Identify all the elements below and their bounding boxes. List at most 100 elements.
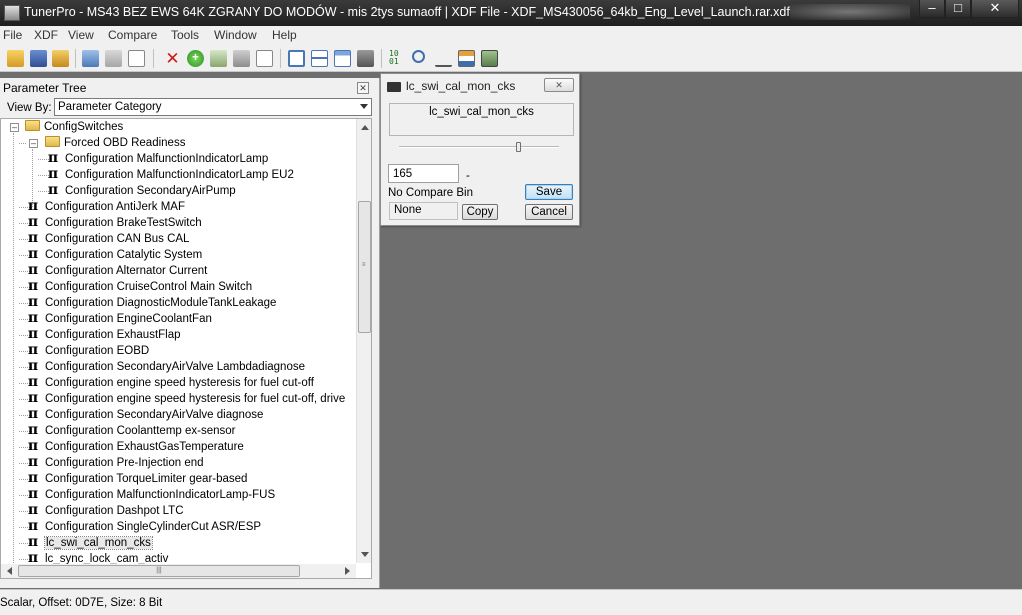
dialog-title: lc_swi_cal_mon_cks — [406, 79, 516, 93]
search-icon[interactable] — [412, 50, 425, 63]
tree-item[interactable]: π Configuration SecondaryAirPump — [46, 183, 236, 199]
scrollbar-thumb[interactable]: ≡ — [358, 201, 371, 333]
compare-icon[interactable] — [210, 50, 227, 67]
scalar-pi-icon: π — [47, 182, 59, 198]
tree-item[interactable]: π Configuration BrakeTestSwitch — [26, 215, 202, 231]
menu-compare[interactable]: Compare — [108, 28, 157, 42]
view-by-select[interactable]: Parameter Category — [54, 98, 372, 116]
hierarchy-icon[interactable] — [458, 50, 475, 67]
cancel-button[interactable]: Cancel — [525, 204, 573, 220]
chevron-down-icon[interactable] — [360, 104, 368, 109]
tree-item[interactable]: π Configuration ExhaustGasTemperature — [26, 439, 244, 455]
scroll-up-icon[interactable] — [361, 125, 369, 130]
save-icon[interactable] — [30, 50, 47, 67]
tree-item-label: Configuration Pre-Injection end — [45, 457, 204, 469]
tree-item-selected[interactable]: π lc_swi_cal_mon_cks — [26, 535, 153, 551]
tree-item[interactable]: π Configuration engine speed hysteresis f… — [26, 375, 314, 391]
scalar-pi-icon: π — [27, 246, 39, 262]
save-button[interactable]: Save — [525, 184, 573, 200]
parameter-tree-panel: Parameter Tree ✕ View By: Parameter Cate… — [0, 78, 380, 588]
open-folder-icon[interactable] — [7, 50, 24, 67]
delete-icon[interactable]: ✕ — [164, 50, 181, 67]
tree-item[interactable]: π Configuration SecondaryAirValve diagnos… — [26, 407, 264, 423]
view-by-label: View By: — [7, 102, 52, 114]
xdf-edit-icon[interactable] — [105, 50, 122, 67]
new-document-icon[interactable] — [128, 50, 145, 67]
tree-item[interactable]: π Configuration CAN Bus CAL — [26, 231, 190, 247]
tree-item-label: Configuration SecondaryAirValve diagnose — [45, 409, 264, 421]
collapse-icon[interactable]: – — [10, 123, 19, 132]
maximize-button[interactable]: □ — [945, 0, 971, 18]
menu-file[interactable]: File — [3, 28, 22, 42]
tree-horizontal-scrollbar[interactable]: ||| — [1, 564, 356, 578]
tree-item[interactable]: π Configuration EngineCoolantFan — [26, 311, 212, 327]
menu-tools[interactable]: Tools — [171, 28, 199, 42]
parameter-name: lc_swi_cal_mon_cks — [429, 106, 534, 118]
tree-item[interactable]: π Configuration Dashpot LTC — [26, 503, 184, 519]
tree-folder-configswitches[interactable]: ConfigSwitches — [25, 119, 123, 135]
tree-item[interactable]: π Configuration DiagnosticModuleTankLeaka… — [26, 295, 277, 311]
scroll-left-icon[interactable] — [7, 567, 12, 575]
tree-item[interactable]: π Configuration Alternator Current — [26, 263, 208, 279]
scroll-down-icon[interactable] — [361, 552, 369, 557]
tree-item[interactable]: π Configuration Catalytic System — [26, 247, 202, 263]
tree-item-label: Configuration MalfunctionIndicatorLamp E… — [65, 169, 294, 181]
scroll-right-icon[interactable] — [345, 567, 350, 575]
window-title: TunerPro - MS43 BEZ EWS 64K ZGRANY DO MO… — [24, 5, 790, 19]
value-slider-track[interactable] — [399, 146, 559, 148]
tree-item[interactable]: π Configuration AntiJerk MAF — [26, 199, 185, 215]
monitor-icon[interactable] — [357, 50, 374, 67]
collapse-icon[interactable]: – — [29, 139, 38, 148]
panel-close-button[interactable]: ✕ — [357, 82, 369, 94]
tools-icon[interactable] — [233, 50, 250, 67]
scalar-pi-icon: π — [27, 198, 39, 214]
tree-item[interactable]: π Configuration Coolanttemp ex-sensor — [26, 423, 236, 439]
tree-item[interactable]: π Configuration SingleCylinderCut ASR/ESP — [26, 519, 261, 535]
copy-button[interactable]: Copy — [462, 204, 498, 220]
menu-view[interactable]: View — [68, 28, 94, 42]
value-slider-thumb[interactable] — [516, 142, 521, 152]
tree-item-label: Configuration engine speed hysteresis fo… — [45, 393, 346, 405]
layout-icon[interactable] — [311, 50, 328, 67]
tree-item[interactable]: π Configuration MalfunctionIndicatorLamp-… — [26, 487, 275, 503]
toolbar: ✕ + 10 01 — [0, 45, 1022, 72]
tree-item[interactable]: π Configuration EOBD — [26, 343, 149, 359]
menu-window[interactable]: Window — [214, 28, 257, 42]
xdf-icon[interactable] — [82, 50, 99, 67]
tree-item[interactable]: π Configuration CruiseControl Main Switch — [26, 279, 252, 295]
open-bin-icon[interactable] — [52, 50, 69, 67]
hscrollbar-thumb[interactable]: ||| — [18, 565, 300, 577]
menu-help[interactable]: Help — [272, 28, 297, 42]
tree-item-label: Configuration ExhaustFlap — [45, 329, 181, 341]
tree-item[interactable]: π Configuration SecondaryAirValve Lambdad… — [26, 359, 305, 375]
tree-vertical-scrollbar[interactable]: ≡ — [356, 119, 371, 563]
scale-icon[interactable] — [435, 50, 452, 67]
toolbar-separator — [153, 49, 154, 68]
close-window-button[interactable]: ✕ — [971, 0, 1019, 18]
tree-item-label: Configuration Dashpot LTC — [45, 505, 184, 517]
tree-item[interactable]: π Configuration engine speed hysteresis f… — [26, 391, 345, 407]
calendar-icon[interactable] — [334, 50, 351, 67]
tree-item-label: Configuration EngineCoolantFan — [45, 313, 212, 325]
tree-item[interactable]: π Configuration MalfunctionIndicatorLamp — [46, 151, 268, 167]
blank-page-icon[interactable] — [256, 50, 273, 67]
menu-bar: File XDF View Compare Tools Window Help — [0, 26, 1022, 45]
scalar-pi-icon: π — [27, 518, 39, 534]
minimize-button[interactable]: – — [919, 0, 945, 18]
parameter-tree[interactable]: – ConfigSwitches – Forced OBD Readiness π Con… — [0, 118, 372, 579]
calculator-icon[interactable] — [481, 50, 498, 67]
scalar-editor-dialog: lc_swi_cal_mon_cks ✕ lc_swi_cal_mon_cks … — [380, 73, 580, 226]
binary-icon[interactable]: 10 01 — [389, 50, 406, 67]
dialog-close-button[interactable]: ✕ — [544, 78, 574, 92]
window-icon[interactable] — [288, 50, 305, 67]
tree-item[interactable]: π Configuration TorqueLimiter gear-based — [26, 471, 248, 487]
tree-item[interactable]: π Configuration MalfunctionIndicatorLamp … — [46, 167, 294, 183]
tree-folder-forced-obd-readiness[interactable]: Forced OBD Readiness — [45, 135, 185, 151]
tree-item-label: Configuration CAN Bus CAL — [45, 233, 190, 245]
scalar-pi-icon: π — [47, 166, 59, 182]
value-input[interactable] — [388, 164, 459, 183]
menu-xdf[interactable]: XDF — [34, 28, 58, 42]
tree-item[interactable]: π Configuration ExhaustFlap — [26, 327, 181, 343]
tree-item[interactable]: π Configuration Pre-Injection end — [26, 455, 204, 471]
add-icon[interactable]: + — [187, 50, 204, 67]
